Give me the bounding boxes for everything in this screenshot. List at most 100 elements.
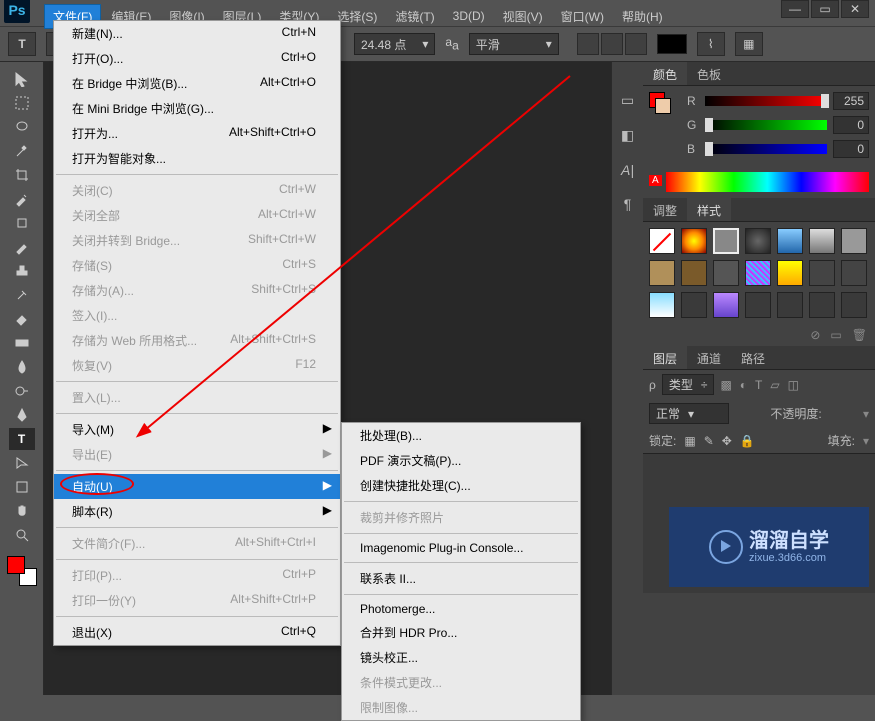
shape-tool[interactable] bbox=[9, 476, 35, 498]
menu-window[interactable]: 窗口(W) bbox=[553, 5, 612, 28]
style-swatch[interactable] bbox=[841, 260, 867, 286]
style-swatch[interactable] bbox=[681, 228, 707, 254]
style-swatch[interactable] bbox=[809, 292, 835, 318]
red-value[interactable]: 255 bbox=[833, 92, 869, 110]
style-swatch[interactable] bbox=[649, 292, 675, 318]
style-swatch[interactable] bbox=[713, 260, 739, 286]
style-swatch[interactable] bbox=[745, 228, 771, 254]
menu-item[interactable]: 自动(U)▶ bbox=[54, 474, 340, 499]
menu-3d[interactable]: 3D(D) bbox=[445, 6, 493, 26]
pen-tool[interactable] bbox=[9, 404, 35, 426]
minimize-button[interactable]: — bbox=[781, 0, 809, 18]
dodge-tool[interactable] bbox=[9, 380, 35, 402]
text-color-swatch[interactable] bbox=[657, 34, 687, 54]
style-swatch[interactable] bbox=[809, 228, 835, 254]
menu-item[interactable]: 打开为...Alt+Shift+Ctrl+O bbox=[54, 121, 340, 146]
menu-item[interactable]: 在 Mini Bridge 中浏览(G)... bbox=[54, 96, 340, 121]
path-select-tool[interactable] bbox=[9, 452, 35, 474]
menu-item[interactable]: 新建(N)...Ctrl+N bbox=[54, 21, 340, 46]
style-swatch[interactable] bbox=[681, 292, 707, 318]
panel-fgbg[interactable] bbox=[649, 92, 677, 164]
lock-all-icon[interactable]: 🔒 bbox=[740, 434, 755, 448]
filter-pixel-icon[interactable]: ▩ bbox=[720, 378, 731, 392]
tab-swatches[interactable]: 色板 bbox=[687, 62, 731, 85]
eraser-tool[interactable] bbox=[9, 308, 35, 330]
filter-shape-icon[interactable]: ▱ bbox=[770, 378, 779, 392]
menu-item[interactable]: Photomerge... bbox=[342, 598, 580, 620]
tool-preset-icon[interactable]: T bbox=[8, 32, 36, 56]
style-swatch[interactable] bbox=[777, 260, 803, 286]
menu-item[interactable]: 创建快捷批处理(C)... bbox=[342, 473, 580, 498]
tab-layers[interactable]: 图层 bbox=[643, 346, 687, 369]
paragraph-icon[interactable]: ¶ bbox=[624, 196, 632, 212]
align-left-button[interactable] bbox=[577, 33, 599, 55]
align-right-button[interactable] bbox=[625, 33, 647, 55]
menu-view[interactable]: 视图(V) bbox=[495, 5, 551, 28]
zoom-tool[interactable] bbox=[9, 524, 35, 546]
antialias-select[interactable]: 平滑▾ bbox=[469, 33, 559, 55]
lock-paint-icon[interactable]: ✎ bbox=[704, 434, 714, 448]
warp-text-icon[interactable]: ⌇ bbox=[697, 32, 725, 56]
lock-position-icon[interactable]: ✥ bbox=[722, 434, 732, 448]
lasso-tool[interactable] bbox=[9, 116, 35, 138]
menu-item[interactable]: 退出(X)Ctrl+Q bbox=[54, 620, 340, 645]
menu-item[interactable]: 导入(M)▶ bbox=[54, 417, 340, 442]
tab-channels[interactable]: 通道 bbox=[687, 346, 731, 369]
style-swatch[interactable] bbox=[777, 292, 803, 318]
history-icon[interactable]: ▭ bbox=[621, 92, 634, 109]
color-spectrum[interactable] bbox=[666, 172, 869, 192]
menu-item[interactable]: 镜头校正... bbox=[342, 645, 580, 670]
style-swatch[interactable] bbox=[713, 228, 739, 254]
hand-tool[interactable] bbox=[9, 500, 35, 522]
style-swatch[interactable] bbox=[809, 260, 835, 286]
tab-adjustments[interactable]: 调整 bbox=[643, 198, 687, 221]
blue-slider[interactable] bbox=[705, 144, 827, 154]
green-slider[interactable] bbox=[705, 120, 827, 130]
menu-item[interactable]: 合并到 HDR Pro... bbox=[342, 620, 580, 645]
close-button[interactable]: ✕ bbox=[841, 0, 869, 18]
brush-tool[interactable] bbox=[9, 236, 35, 258]
character-panel-icon[interactable]: ▦ bbox=[735, 32, 763, 56]
align-center-button[interactable] bbox=[601, 33, 623, 55]
menu-item[interactable]: 在 Bridge 中浏览(B)...Alt+Ctrl+O bbox=[54, 71, 340, 96]
healing-tool[interactable] bbox=[9, 212, 35, 234]
menu-item[interactable]: 联系表 II... bbox=[342, 566, 580, 591]
style-swatch[interactable] bbox=[841, 292, 867, 318]
menu-item[interactable]: 批处理(B)... bbox=[342, 423, 580, 448]
delete-style-icon[interactable]: 🗑 bbox=[852, 328, 867, 342]
new-style-icon[interactable]: ▭ bbox=[830, 328, 841, 342]
menu-item[interactable]: 打开为智能对象... bbox=[54, 146, 340, 171]
menu-item[interactable]: Imagenomic Plug-in Console... bbox=[342, 537, 580, 559]
style-swatch[interactable] bbox=[649, 260, 675, 286]
history-brush-tool[interactable] bbox=[9, 284, 35, 306]
menu-item[interactable]: 打开(O)...Ctrl+O bbox=[54, 46, 340, 71]
menu-help[interactable]: 帮助(H) bbox=[614, 5, 671, 28]
style-swatch[interactable] bbox=[777, 228, 803, 254]
red-slider[interactable] bbox=[705, 96, 827, 106]
blue-value[interactable]: 0 bbox=[833, 140, 869, 158]
menu-item[interactable]: 脚本(R)▶ bbox=[54, 499, 340, 524]
lock-transparency-icon[interactable]: ▦ bbox=[684, 434, 695, 448]
font-size-select[interactable]: 24.48 点▾ bbox=[354, 33, 435, 55]
foreground-background-colors[interactable] bbox=[7, 556, 37, 586]
gradient-tool[interactable] bbox=[9, 332, 35, 354]
layer-filter-type[interactable]: 类型÷ bbox=[662, 374, 715, 395]
filter-type-icon[interactable]: T bbox=[755, 378, 762, 392]
filter-smart-icon[interactable]: ◫ bbox=[788, 378, 799, 392]
character-icon[interactable]: A| bbox=[621, 162, 634, 178]
menu-filter[interactable]: 滤镜(T) bbox=[387, 5, 442, 28]
menu-item[interactable]: PDF 演示文稿(P)... bbox=[342, 448, 580, 473]
type-tool[interactable]: T bbox=[9, 428, 35, 450]
filter-adjust-icon[interactable]: ◐ bbox=[740, 378, 747, 392]
marquee-tool[interactable] bbox=[9, 92, 35, 114]
blend-mode-select[interactable]: 正常▾ bbox=[649, 403, 729, 424]
tab-paths[interactable]: 路径 bbox=[731, 346, 775, 369]
style-swatch[interactable] bbox=[649, 228, 675, 254]
style-swatch[interactable] bbox=[681, 260, 707, 286]
style-swatch[interactable] bbox=[745, 260, 771, 286]
style-swatch[interactable] bbox=[713, 292, 739, 318]
stamp-tool[interactable] bbox=[9, 260, 35, 282]
tab-color[interactable]: 颜色 bbox=[643, 62, 687, 85]
no-style-icon[interactable]: ⊘ bbox=[810, 328, 820, 342]
crop-tool[interactable] bbox=[9, 164, 35, 186]
